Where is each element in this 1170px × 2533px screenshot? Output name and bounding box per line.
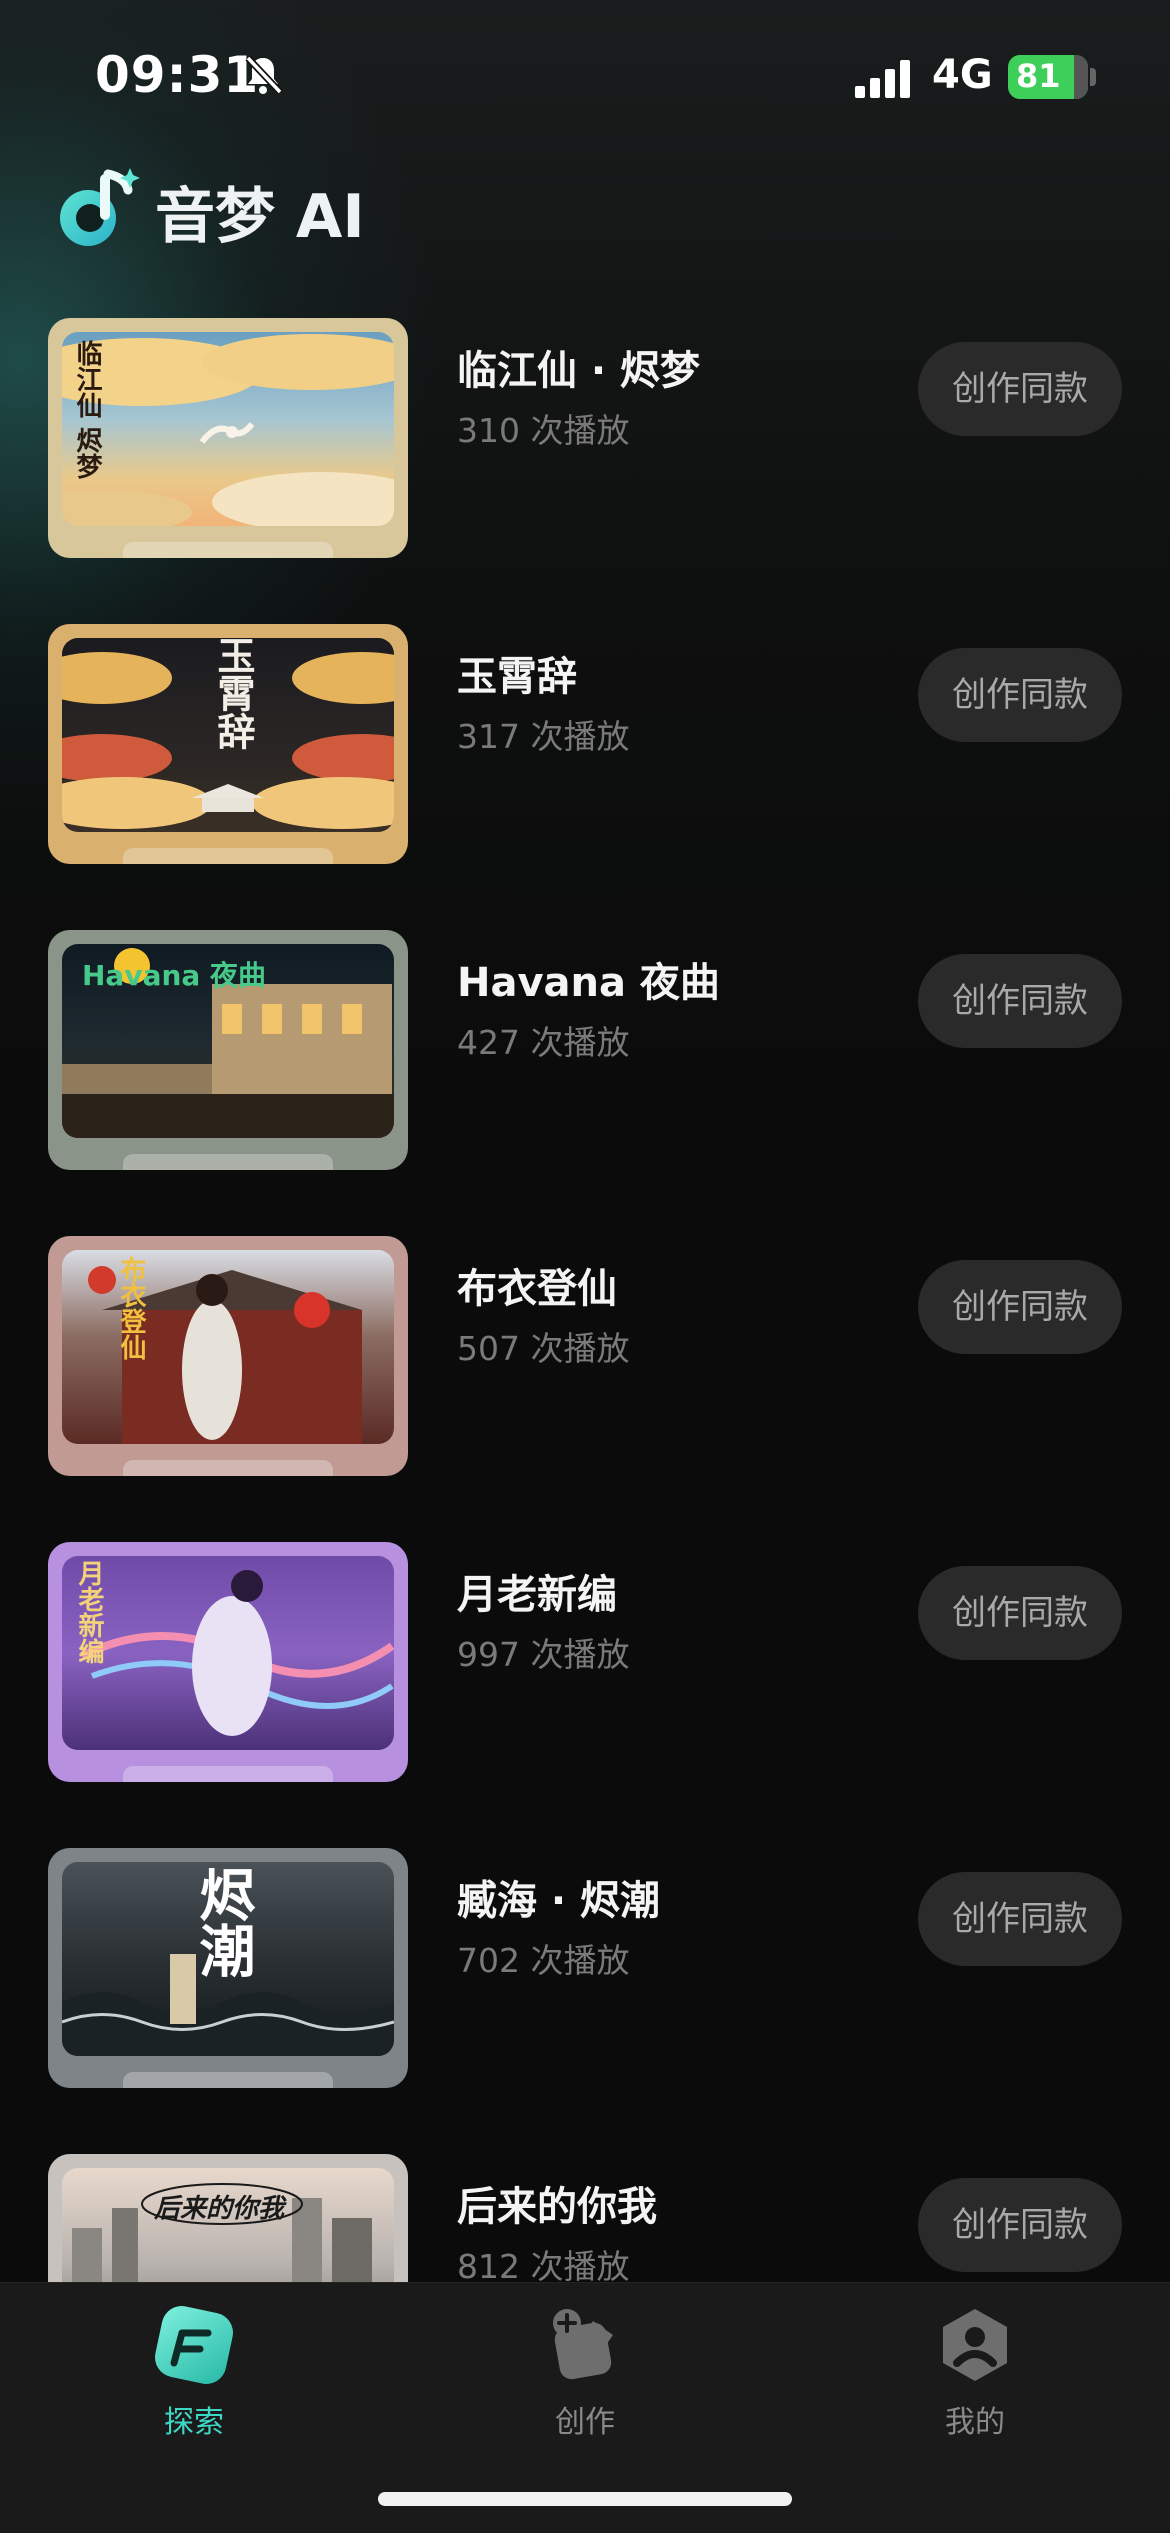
song-cover[interactable]: 烬潮 [48, 1848, 408, 2088]
song-item[interactable]: Havana 夜曲 Havana 夜曲 427 次播放 创作同款 [0, 930, 1170, 1172]
cover-title-text: 月老新编 [74, 1560, 104, 1664]
create-same-button[interactable]: 创作同款 [918, 342, 1122, 436]
cover-title-text: 后来的你我 [154, 2194, 285, 2224]
play-count: 317 次播放 [457, 717, 630, 756]
battery-icon: 81 [1008, 55, 1088, 99]
song-cover[interactable]: Havana 夜曲 [48, 930, 408, 1170]
song-item[interactable]: 布衣登仙 布衣登仙 507 次播放 创作同款 [0, 1236, 1170, 1478]
tab-label: 创作 [555, 2405, 615, 2440]
song-title: 临江仙 · 烬梦 [457, 348, 701, 394]
song-title: 后来的你我 [457, 2184, 657, 2230]
song-title: Havana 夜曲 [457, 960, 720, 1006]
home-indicator[interactable] [378, 2492, 792, 2506]
create-same-button[interactable]: 创作同款 [918, 1566, 1122, 1660]
song-item[interactable]: 月老新编 月老新编 997 次播放 创作同款 [0, 1542, 1170, 1784]
cover-title-text: 布衣登仙 [116, 1256, 146, 1360]
play-count: 997 次播放 [457, 1635, 630, 1674]
bell-muted-icon [245, 55, 283, 95]
create-same-button[interactable]: 创作同款 [918, 2178, 1122, 2272]
cover-title-text: 玉霄辞 [211, 638, 256, 750]
song-cover[interactable]: 月老新编 [48, 1542, 408, 1782]
cover-title-text: 烬潮 [190, 1866, 256, 1978]
play-count: 507 次播放 [457, 1329, 630, 1368]
battery-tip [1090, 68, 1096, 86]
profile-icon [943, 2309, 1007, 2381]
tab-explore[interactable]: 探索 [94, 2303, 294, 2463]
create-same-button[interactable]: 创作同款 [918, 648, 1122, 742]
status-time: 09:31 [95, 46, 260, 104]
create-icon [553, 2309, 613, 2380]
network-type: 4G [932, 52, 993, 98]
song-cover[interactable]: 玉霄辞 [48, 624, 408, 864]
song-item[interactable]: 临江仙 烬梦 临江仙 · 烬梦 310 次播放 创作同款 [0, 318, 1170, 560]
tab-profile[interactable]: 我的 [875, 2303, 1075, 2463]
song-cover[interactable]: 临江仙 烬梦 [48, 318, 408, 558]
tab-create[interactable]: 创作 [485, 2303, 685, 2463]
play-count: 310 次播放 [457, 411, 630, 450]
play-count: 812 次播放 [457, 2247, 630, 2282]
cellular-signal-icon [855, 60, 910, 98]
song-cover[interactable]: 布衣登仙 [48, 1236, 408, 1476]
create-same-button[interactable]: 创作同款 [918, 1872, 1122, 1966]
song-title: 玉霄辞 [457, 654, 577, 700]
song-title: 布衣登仙 [457, 1266, 617, 1312]
song-item[interactable]: 玉霄辞 玉霄辞 317 次播放 创作同款 [0, 624, 1170, 866]
song-title: 月老新编 [457, 1572, 617, 1618]
battery-percent: 81 [1016, 57, 1061, 95]
song-item[interactable]: 烬潮 臧海 · 烬潮 702 次播放 创作同款 [0, 1848, 1170, 2090]
tab-label: 探索 [164, 2405, 224, 2440]
cover-title-text: 临江仙 烬梦 [72, 340, 102, 480]
app-logo-icon [60, 168, 140, 246]
song-item[interactable]: 后来的你我 后来的你我 812 次播放 创作同款 [0, 2154, 1170, 2282]
tab-label: 我的 [945, 2405, 1005, 2440]
create-same-button[interactable]: 创作同款 [918, 1260, 1122, 1354]
status-bar: 09:31 4G 81 [0, 0, 1170, 150]
play-count: 427 次播放 [457, 1023, 630, 1062]
app-title: 音梦 AI [155, 182, 365, 252]
cover-title-text: Havana 夜曲 [82, 959, 267, 992]
song-list[interactable]: 临江仙 烬梦 临江仙 · 烬梦 310 次播放 创作同款 玉霄辞 玉霄辞 317… [0, 318, 1170, 2282]
create-same-button[interactable]: 创作同款 [918, 954, 1122, 1048]
song-title: 臧海 · 烬潮 [457, 1878, 661, 1924]
song-cover[interactable]: 后来的你我 [48, 2154, 408, 2282]
play-count: 702 次播放 [457, 1941, 630, 1980]
explore-icon [155, 2306, 233, 2384]
